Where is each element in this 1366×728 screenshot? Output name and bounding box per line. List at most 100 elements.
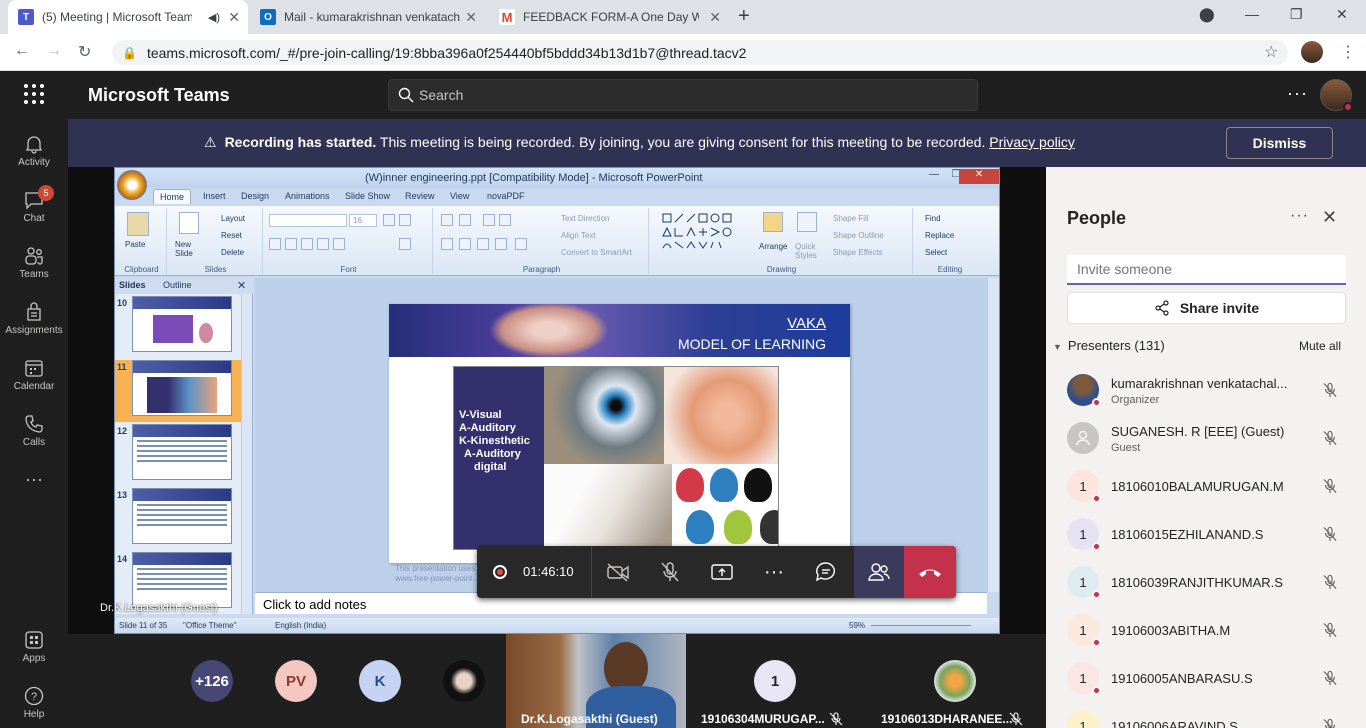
slide-thumbnail: 12: [115, 424, 241, 486]
search-icon: [398, 87, 414, 103]
participant-role: Guest: [1111, 442, 1141, 454]
browser-tab-mail[interactable]: O Mail - kumarakrishnan venkatachalam ✕: [250, 0, 485, 34]
slide-thumbnail-selected: 11: [115, 360, 241, 422]
people-more-icon[interactable]: ···: [1290, 207, 1309, 225]
browser-tab-feedback[interactable]: M FEEDBACK FORM-A One Day Workshop ✕: [489, 0, 729, 34]
participant-row[interactable]: kumarakrishnan venkatachal... Organizer: [1046, 368, 1366, 416]
participant-role: Organizer: [1111, 394, 1160, 406]
participant-row[interactable]: 1 19106006ARAVIND.S: [1046, 704, 1366, 728]
close-tab-icon[interactable]: ✕: [709, 9, 721, 26]
italic-icon: [285, 238, 297, 250]
vaka-collage-image: V-Visual A-Auditory K-Kinesthetic A-Audi…: [453, 366, 779, 550]
profile-menu-icon[interactable]: ⬤: [1199, 6, 1215, 23]
presenters-section-toggle[interactable]: ▼ Presenters (131): [1053, 338, 1165, 353]
mic-off-icon[interactable]: [1322, 526, 1338, 542]
mic-off-icon[interactable]: [1322, 478, 1338, 494]
privacy-policy-link[interactable]: Privacy policy: [989, 134, 1075, 150]
close-panel-icon[interactable]: ✕: [1322, 207, 1337, 228]
forward-icon[interactable]: →: [46, 42, 62, 60]
rail-chat[interactable]: 5 Chat: [0, 185, 68, 237]
rail-assignments[interactable]: Assignments: [0, 297, 68, 349]
rail-calls[interactable]: Calls: [0, 409, 68, 461]
rail-activity[interactable]: Activity: [0, 129, 68, 181]
ppt-tab-view: View: [450, 191, 470, 201]
participant-row[interactable]: SUGANESH. R [EEE] (Guest) Guest: [1046, 416, 1366, 464]
ppt-tab-home: Home: [153, 189, 192, 204]
mic-off-icon[interactable]: [1322, 718, 1338, 728]
justify-icon: [495, 238, 507, 250]
participant-photo-avatar[interactable]: [443, 660, 485, 702]
font-size-field: 16: [349, 214, 377, 227]
align-center-icon: [459, 238, 471, 250]
minimize-icon[interactable]: —: [1245, 6, 1259, 22]
rail-apps[interactable]: Apps: [0, 625, 68, 677]
participant-avatar[interactable]: 1: [754, 660, 796, 702]
participant-row[interactable]: 1 19106003ABITHA.M: [1046, 608, 1366, 656]
status-busy-icon: [1092, 590, 1101, 599]
mic-off-icon[interactable]: [1322, 430, 1338, 446]
search-box[interactable]: Search: [388, 79, 978, 111]
app-launcher-icon[interactable]: [24, 84, 44, 104]
group-editing: Find Replace Select Editing: [925, 214, 963, 274]
shrink-font-icon: [399, 214, 411, 226]
participant-avatar: [1067, 422, 1099, 454]
assignments-icon: [27, 302, 41, 321]
mic-off-icon[interactable]: [1322, 670, 1338, 686]
participant-row[interactable]: 1 18106015EZHILANAND.S: [1046, 512, 1366, 560]
app-rail: Activity 5 Chat Teams Assignments Calend…: [0, 119, 68, 728]
back-icon[interactable]: ←: [14, 42, 30, 60]
more-actions-button[interactable]: ···: [750, 546, 798, 598]
close-tab-icon[interactable]: ✕: [465, 9, 477, 26]
rail-help[interactable]: ? Help: [0, 681, 68, 728]
participant-avatar: 1: [1067, 710, 1099, 728]
browser-tab-teams[interactable]: T (5) Meeting | Microsoft Teams ◀) ✕: [8, 0, 248, 34]
participant-name: 19106003ABITHA.M: [1111, 623, 1231, 638]
mic-off-icon[interactable]: [1322, 622, 1338, 638]
dismiss-button[interactable]: Dismiss: [1226, 127, 1333, 159]
close-tab-icon[interactable]: ✕: [228, 9, 240, 26]
reload-icon[interactable]: ↻: [78, 42, 91, 62]
hang-up-button[interactable]: [904, 546, 956, 598]
mic-off-icon[interactable]: [1322, 382, 1338, 398]
bookmark-star-icon[interactable]: ☆: [1264, 42, 1278, 62]
help-icon: ?: [24, 686, 44, 706]
participant-avatar[interactable]: K: [359, 660, 401, 702]
ppt-title-bar: (W)inner engineering.ppt [Compatibility …: [115, 168, 999, 188]
slide-title-vaka: VAKA: [787, 315, 826, 332]
mute-all-button[interactable]: Mute all: [1299, 339, 1341, 353]
group-slides: New Slide Layout Reset Delete Slides: [169, 208, 263, 274]
participant-avatar[interactable]: PV: [275, 660, 317, 702]
rail-calendar[interactable]: Calendar: [0, 353, 68, 405]
user-avatar[interactable]: [1320, 79, 1353, 112]
mic-toggle-button[interactable]: [646, 546, 694, 598]
slide-subtitle: MODEL OF LEARNING: [677, 336, 826, 352]
rail-teams[interactable]: Teams: [0, 241, 68, 293]
url-field[interactable]: 🔒 teams.microsoft.com/_#/pre-join-callin…: [112, 40, 1288, 65]
more-participants-avatar[interactable]: +126: [191, 660, 233, 702]
participant-row[interactable]: 1 18106039RANJITHKUMAR.S: [1046, 560, 1366, 608]
browser-menu-icon[interactable]: ⋮: [1340, 42, 1356, 62]
mic-off-icon[interactable]: [1322, 574, 1338, 590]
share-invite-button[interactable]: Share invite: [1067, 292, 1346, 324]
chat-toggle-button[interactable]: [802, 546, 850, 598]
participant-photo-avatar[interactable]: [934, 660, 976, 702]
camera-toggle-button[interactable]: [594, 546, 642, 598]
more-options-icon[interactable]: ···: [1287, 83, 1308, 104]
pane-close-icon: ✕: [237, 280, 247, 292]
presenter-label: Dr.K.Logasakthi (Guest): [100, 602, 218, 614]
close-window-icon[interactable]: ✕: [1336, 6, 1348, 23]
participant-name: 19106005ANBARASU.S: [1111, 671, 1253, 686]
invite-input[interactable]: [1067, 255, 1346, 285]
calendar-icon: [25, 360, 43, 377]
browser-profile-avatar[interactable]: [1301, 41, 1323, 63]
new-tab-button[interactable]: +: [738, 5, 750, 28]
status-busy-icon: [1343, 102, 1353, 112]
browser-tab-bar: T (5) Meeting | Microsoft Teams ◀) ✕ O M…: [0, 0, 1366, 34]
restore-icon[interactable]: ❐: [1290, 6, 1303, 23]
speaker-icon[interactable]: ◀): [208, 11, 220, 24]
participant-row[interactable]: 1 18106010BALAMURUGAN.M: [1046, 464, 1366, 512]
participant-row[interactable]: 1 19106005ANBARASU.S: [1046, 656, 1366, 704]
share-screen-button[interactable]: [698, 546, 746, 598]
participants-toggle-button[interactable]: [854, 546, 904, 598]
rail-more[interactable]: ···: [0, 469, 68, 521]
